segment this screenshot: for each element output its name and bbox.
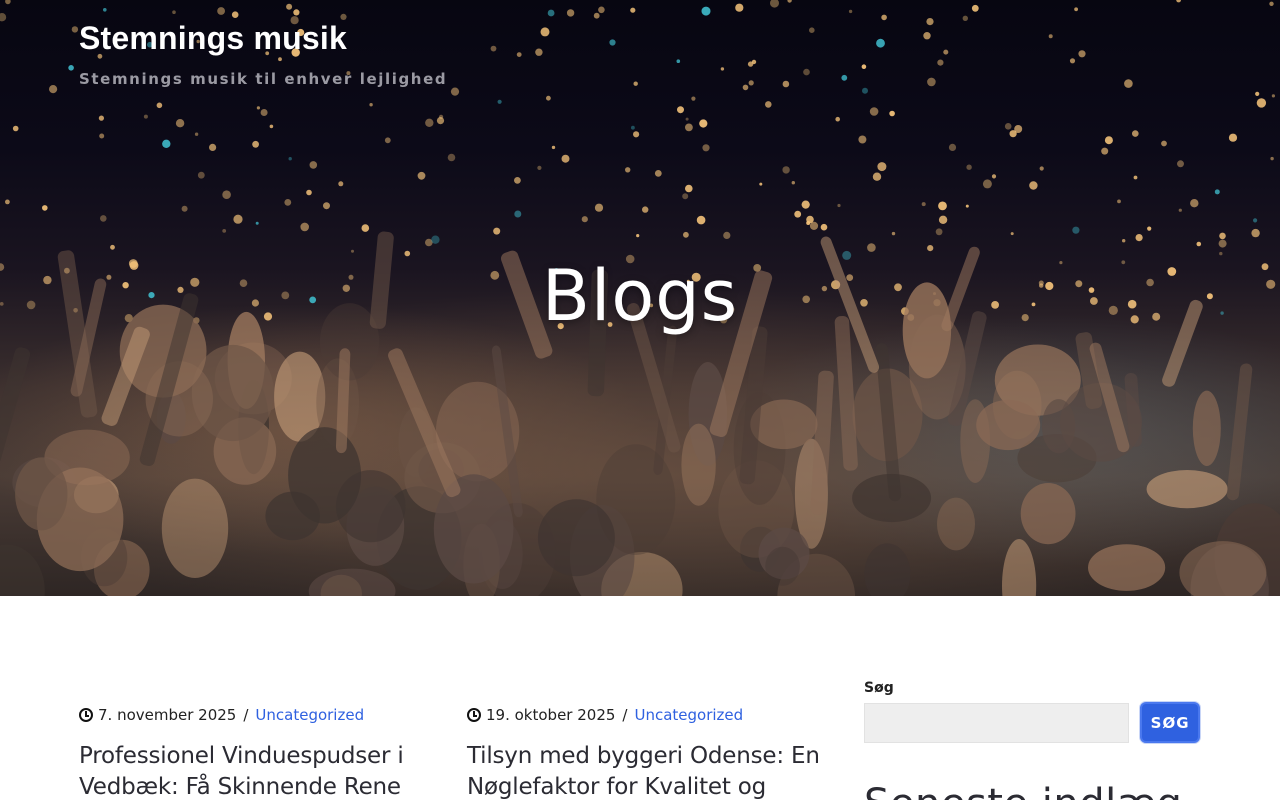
page-title: Blogs bbox=[541, 255, 739, 337]
hero-banner: Stemnings musik Stemnings musik til enhv… bbox=[0, 0, 1280, 596]
post-date[interactable]: 7. november 2025 bbox=[98, 706, 236, 724]
sidebar: Søg SØG Seneste indlæg bbox=[864, 680, 1200, 800]
post-title[interactable]: Tilsyn med byggeri Odense: En Nøglefakto… bbox=[467, 741, 827, 800]
meta-separator: / bbox=[243, 706, 249, 724]
post-meta: 19. oktober 2025 / Uncategorized bbox=[467, 703, 827, 727]
site-tagline: Stemnings musik til enhver lejlighed bbox=[79, 70, 448, 88]
post-category-link[interactable]: Uncategorized bbox=[255, 706, 364, 724]
post-title-line[interactable]: Nøglefaktor for Kvalitet og bbox=[467, 774, 766, 800]
search-input[interactable] bbox=[864, 702, 1130, 743]
clock-icon bbox=[467, 708, 481, 722]
search-form: SØG bbox=[864, 702, 1200, 743]
post-date[interactable]: 19. oktober 2025 bbox=[486, 706, 615, 724]
post-card: 7. november 2025 / Uncategorized Profess… bbox=[79, 703, 439, 800]
post-title[interactable]: Professionel Vinduespudser i Vedbæk: Få … bbox=[79, 741, 439, 800]
post-title-line[interactable]: Professionel Vinduespudser i bbox=[79, 743, 404, 769]
post-title-line[interactable]: Tilsyn med byggeri Odense: En bbox=[467, 743, 820, 769]
post-category-link[interactable]: Uncategorized bbox=[634, 706, 743, 724]
post-title-line[interactable]: Vedbæk: Få Skinnende Rene bbox=[79, 774, 401, 800]
recent-posts-heading: Seneste indlæg bbox=[864, 781, 1200, 800]
post-meta: 7. november 2025 / Uncategorized bbox=[79, 703, 439, 727]
clock-icon bbox=[79, 708, 93, 722]
search-label: Søg bbox=[864, 680, 894, 696]
search-button[interactable]: SØG bbox=[1140, 702, 1200, 743]
site-title[interactable]: Stemnings musik bbox=[79, 20, 447, 56]
meta-separator: / bbox=[622, 706, 628, 724]
post-card: 19. oktober 2025 / Uncategorized Tilsyn … bbox=[467, 703, 827, 800]
site-branding: Stemnings musik Stemnings musik til enhv… bbox=[79, 20, 447, 88]
